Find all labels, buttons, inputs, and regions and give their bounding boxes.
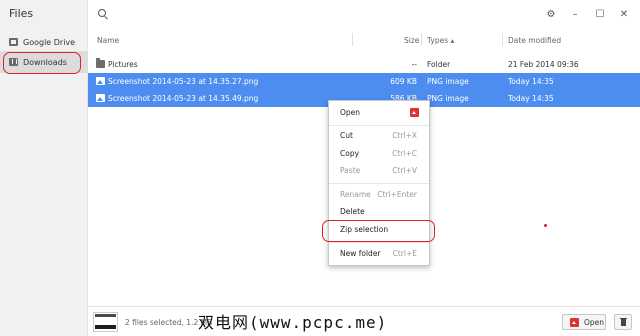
minimize-icon[interactable]: – [568, 7, 582, 21]
menu-item-delete[interactable]: Delete [329, 203, 429, 220]
file-row[interactable]: Pictures -- Folder 21 Feb 2014 09:36 [88, 56, 640, 73]
file-size: -- [411, 60, 417, 69]
menu-item-paste: Paste Ctrl+V [329, 162, 429, 179]
file-type: Folder [427, 60, 451, 69]
menu-item-label: Zip selection [340, 225, 389, 234]
annotation-dot [544, 224, 547, 227]
context-menu: Open Cut Ctrl+X Copy Ctrl+C Paste Ctrl+V… [328, 100, 430, 266]
file-date: 21 Feb 2014 09:36 [508, 60, 579, 69]
menu-item-label: Cut [340, 131, 353, 140]
toolbar: ⚙ – ☐ ✕ [88, 0, 640, 31]
file-name: Screenshot 2014-05-23 at 14.35.49.png [108, 94, 259, 103]
gear-icon[interactable]: ⚙ [544, 7, 558, 21]
menu-item-new-folder[interactable]: New folder Ctrl+E [329, 245, 429, 262]
sidebar-item-label: Google Drive [23, 37, 76, 47]
open-button-label: Open [584, 317, 605, 327]
maximize-icon[interactable]: ☐ [593, 7, 607, 21]
menu-item-label: Delete [340, 207, 365, 216]
menu-item-label: Paste [340, 166, 361, 175]
column-header-date[interactable]: Date modified [508, 36, 561, 45]
file-type: PNG image [427, 94, 469, 103]
google-drive-icon [9, 38, 18, 46]
column-divider[interactable] [352, 33, 353, 46]
watermark: 双电网(www.pcpc.me) [198, 313, 388, 332]
menu-item-shortcut: Ctrl+C [392, 149, 417, 158]
menu-item-label: Rename [340, 190, 371, 199]
close-icon[interactable]: ✕ [617, 7, 631, 21]
column-header-size[interactable]: Size [404, 36, 419, 45]
menu-item-shortcut: Ctrl+X [392, 131, 417, 140]
image-file-icon [96, 94, 105, 102]
column-header-type[interactable]: Types ▴ [427, 36, 454, 45]
sidebar-item-label: Downloads [23, 57, 67, 67]
menu-item-cut[interactable]: Cut Ctrl+X [329, 127, 429, 144]
menu-item-shortcut: Ctrl+Enter [377, 190, 417, 199]
status-bar: 2 files selected, 1.2 MB 双电网(www.pcpc.me… [88, 306, 640, 336]
downloads-icon [9, 58, 18, 66]
menu-separator [329, 183, 429, 184]
file-type: PNG image [427, 77, 469, 86]
column-headers: Name Size Types ▴ Date modified [88, 31, 640, 49]
menu-item-shortcut: Ctrl+V [392, 166, 417, 175]
column-divider[interactable] [421, 33, 422, 46]
gallery-app-icon [410, 108, 419, 117]
app-title: Files [9, 7, 34, 20]
image-file-icon [96, 77, 105, 85]
menu-item-label: New folder [340, 249, 381, 258]
menu-item-copy[interactable]: Copy Ctrl+C [329, 145, 429, 162]
search-icon[interactable] [98, 9, 106, 17]
file-row[interactable]: Screenshot 2014-05-23 at 14.35.27.png 60… [88, 73, 640, 90]
menu-separator [329, 242, 429, 243]
menu-item-label: Open [340, 108, 361, 117]
menu-item-open[interactable]: Open [329, 104, 429, 121]
menu-item-label: Copy [340, 149, 360, 158]
file-date: Today 14:35 [508, 94, 554, 103]
file-size: 609 KB [390, 77, 417, 86]
menu-separator [329, 125, 429, 126]
sidebar: Files Google Drive Downloads [0, 0, 88, 336]
sidebar-item-google-drive[interactable]: Google Drive [0, 31, 88, 53]
gallery-app-icon [570, 317, 579, 327]
sidebar-item-downloads[interactable]: Downloads [0, 51, 88, 73]
folder-icon [96, 58, 105, 68]
selection-thumbnail [93, 312, 118, 332]
file-date: Today 14:35 [508, 77, 554, 86]
menu-item-rename: Rename Ctrl+Enter [329, 186, 429, 203]
file-name: Screenshot 2014-05-23 at 14.35.27.png [108, 77, 259, 86]
column-header-name[interactable]: Name [97, 36, 119, 45]
column-divider[interactable] [502, 33, 503, 46]
menu-item-shortcut: Ctrl+E [392, 249, 417, 258]
open-button[interactable]: Open [562, 314, 606, 330]
menu-item-zip-selection[interactable]: Zip selection [329, 221, 429, 238]
file-name: Pictures [108, 60, 138, 69]
delete-button[interactable] [614, 314, 632, 330]
